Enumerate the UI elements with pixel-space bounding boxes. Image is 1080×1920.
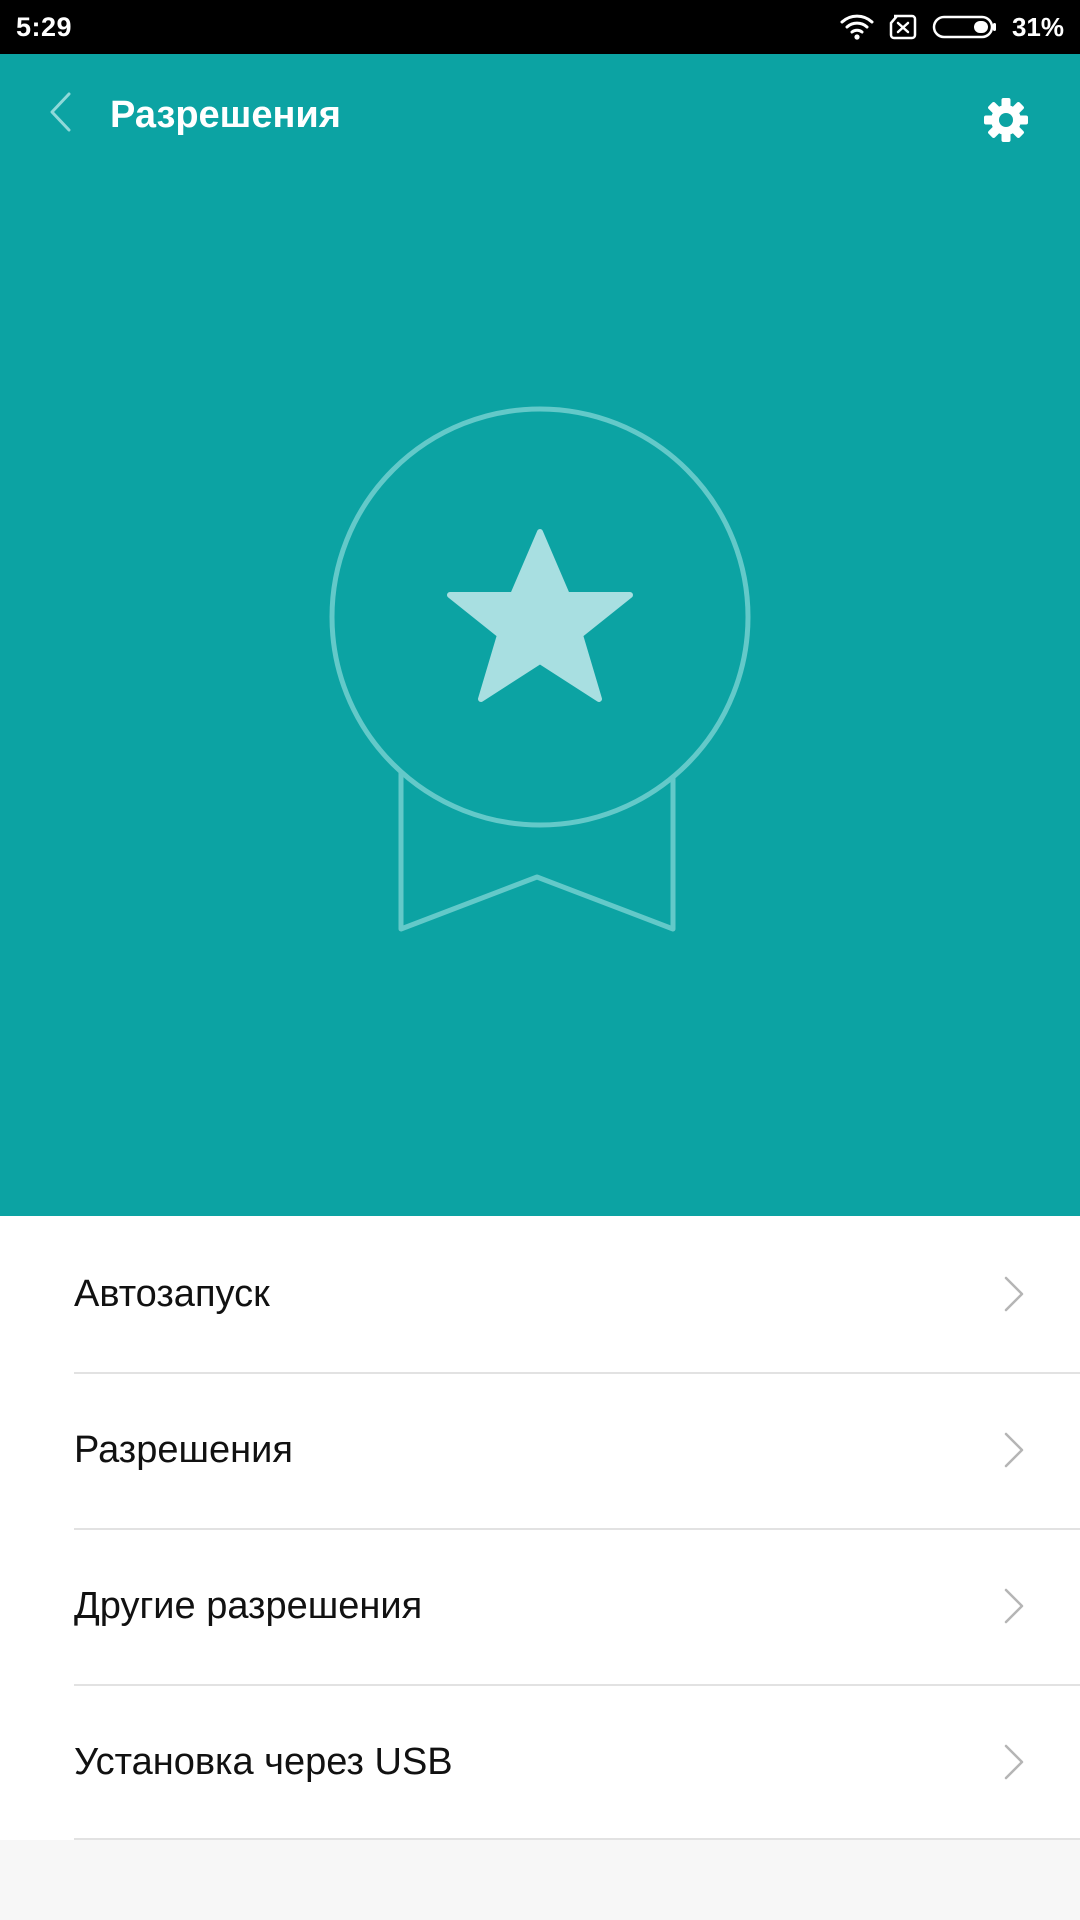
page-title: Разрешения xyxy=(110,94,341,136)
chevron-right-icon xyxy=(998,1586,1028,1626)
menu-item-other-permissions[interactable]: Другие разрешения xyxy=(0,1528,1080,1684)
status-time: 5:29 xyxy=(16,11,73,42)
award-badge-icon xyxy=(325,349,755,954)
menu-item-usb-install[interactable]: Установка через USB xyxy=(0,1684,1080,1840)
settings-button[interactable] xyxy=(976,92,1036,152)
menu-item-label: Установка через USB xyxy=(74,1740,453,1783)
menu-item-label: Разрешения xyxy=(74,1428,293,1471)
status-icons: 31% xyxy=(840,12,1064,43)
chevron-right-icon xyxy=(998,1274,1028,1314)
chevron-right-icon xyxy=(998,1430,1028,1470)
battery-percent: 31% xyxy=(1011,11,1064,42)
menu-item-autostart[interactable]: Автозапуск xyxy=(0,1216,1080,1372)
menu-item-label: Другие разрешения xyxy=(74,1584,423,1627)
battery-icon xyxy=(932,14,998,40)
chevron-right-icon xyxy=(998,1742,1028,1782)
status-bar: 5:29 31% xyxy=(0,0,1080,54)
hero-banner: Разрешения xyxy=(0,54,1080,1216)
sim-missing-icon xyxy=(888,14,918,40)
gear-icon xyxy=(983,97,1029,148)
app-bar: Разрешения xyxy=(0,54,1080,184)
menu-item-permissions[interactable]: Разрешения xyxy=(0,1372,1080,1528)
chevron-left-icon xyxy=(47,91,73,138)
permissions-menu: Автозапуск Разрешения Другие разрешения … xyxy=(0,1216,1080,1840)
wifi-icon xyxy=(840,13,874,41)
back-button[interactable] xyxy=(30,84,90,144)
menu-item-label: Автозапуск xyxy=(74,1272,270,1315)
